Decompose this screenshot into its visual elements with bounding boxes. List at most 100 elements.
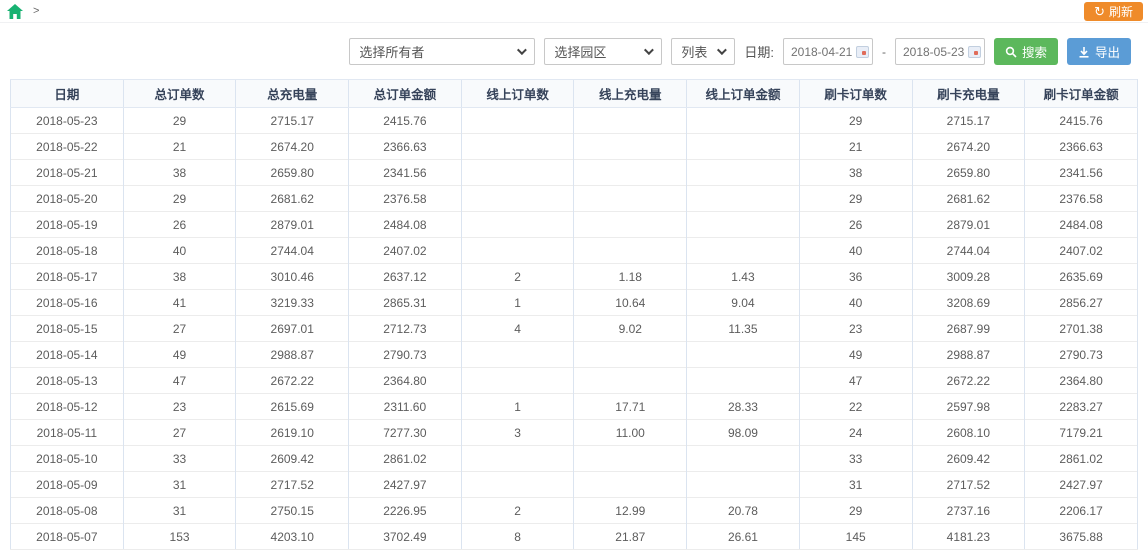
table-cell	[686, 159, 800, 186]
table-row: 2018-05-12 23 2615.69 2311.60 1 17.71 28.33 22 2…	[10, 393, 1138, 420]
table-cell: 29	[122, 185, 236, 212]
date-range-label: 日期:	[744, 45, 774, 60]
search-button-label: 搜索	[1021, 46, 1047, 60]
table-cell: 2018-05-10	[10, 445, 124, 472]
table-cell: 31	[122, 471, 236, 498]
table-cell: 2712.73	[348, 315, 462, 342]
table-cell: 2597.98	[911, 393, 1025, 420]
table-cell	[686, 133, 800, 160]
table-cell: 2376.58	[348, 185, 462, 212]
export-button[interactable]: 导出	[1066, 38, 1131, 65]
table-cell: 26	[798, 211, 912, 238]
refresh-button-label: 刷新	[1108, 5, 1133, 19]
table-cell	[573, 133, 687, 160]
table-cell: 7277.30	[348, 419, 462, 446]
table-cell: 2861.02	[1024, 445, 1138, 472]
table-row: 2018-05-22 21 2674.20 2366.63 21 2674.20 2366.…	[10, 133, 1138, 160]
table-cell	[460, 367, 574, 394]
table-cell: 2364.80	[348, 367, 462, 394]
table-cell: 2427.97	[348, 471, 462, 498]
table-row: 2018-05-13 47 2672.22 2364.80 47 2672.22 2364.…	[10, 367, 1138, 394]
table-cell: 2988.87	[911, 341, 1025, 368]
table-cell: 2018-05-14	[10, 341, 124, 368]
owner-select-value: 选择所有者	[359, 45, 425, 60]
breadcrumb: >	[33, 5, 40, 17]
column-header: 日期	[10, 79, 124, 108]
home-icon[interactable]	[7, 3, 23, 19]
table-cell: 11.35	[686, 315, 800, 342]
table-cell: 2018-05-21	[10, 159, 124, 186]
view-select[interactable]: 列表	[671, 38, 736, 65]
table-cell: 8	[460, 523, 574, 550]
table-cell: 2018-05-16	[10, 289, 124, 316]
table-cell: 2018-05-12	[10, 393, 124, 420]
table-cell: 2659.80	[235, 159, 349, 186]
table-cell: 2018-05-22	[10, 133, 124, 160]
table-body: 2018-05-23 29 2715.17 2415.76 29 2715.17 2415.…	[10, 107, 1138, 550]
table-cell	[460, 471, 574, 498]
table-cell: 27	[122, 419, 236, 446]
table-row: 2018-05-20 29 2681.62 2376.58 29 2681.62 2376.…	[10, 185, 1138, 212]
table-cell	[460, 185, 574, 212]
table-cell: 26	[122, 211, 236, 238]
table-cell: 38	[798, 159, 912, 186]
table-cell: 2879.01	[911, 211, 1025, 238]
table-cell: 20.78	[686, 497, 800, 524]
calendar-icon[interactable]	[855, 46, 869, 58]
table-cell: 3208.69	[911, 289, 1025, 316]
table-cell: 2637.12	[348, 263, 462, 290]
park-select[interactable]: 选择园区	[544, 38, 663, 65]
table-cell: 2311.60	[348, 393, 462, 420]
table-cell: 7179.21	[1024, 419, 1138, 446]
table-cell: 2018-05-11	[10, 419, 124, 446]
table-cell: 2407.02	[1024, 237, 1138, 264]
table-cell: 2672.22	[911, 367, 1025, 394]
table-cell: 2018-05-09	[10, 471, 124, 498]
table-cell	[686, 107, 800, 134]
refresh-button[interactable]: ↻ 刷新	[1084, 2, 1143, 21]
table-cell: 2737.16	[911, 497, 1025, 524]
table-cell: 4203.10	[235, 523, 349, 550]
date-to-wrapper	[894, 38, 985, 65]
table-cell	[686, 445, 800, 472]
table-cell: 2681.62	[911, 185, 1025, 212]
table-cell: 98.09	[686, 419, 800, 446]
table-cell: 2674.20	[911, 133, 1025, 160]
report-table: 日期 总订单数 总充电量 总订单金额 线上订单数 线上充电量 线上订单金额 刷卡订单数 刷卡充电…	[10, 79, 1138, 550]
table-cell: 9.04	[686, 289, 800, 316]
table-cell	[460, 445, 574, 472]
table-cell: 2415.76	[348, 107, 462, 134]
search-button[interactable]: 搜索	[993, 38, 1058, 65]
table-cell: 40	[798, 237, 912, 264]
table-cell: 2608.10	[911, 419, 1025, 446]
calendar-icon[interactable]	[967, 46, 981, 58]
owner-select[interactable]: 选择所有者	[349, 38, 536, 65]
table-cell: 2635.69	[1024, 263, 1138, 290]
table-cell	[460, 237, 574, 264]
table-cell: 3009.28	[911, 263, 1025, 290]
table-cell: 33	[798, 445, 912, 472]
table-cell: 22	[798, 393, 912, 420]
column-header: 刷卡订单数	[798, 79, 912, 108]
column-header: 线上订单金额	[686, 79, 800, 108]
table-cell: 11.00	[573, 419, 687, 446]
table-cell: 2790.73	[348, 341, 462, 368]
table-cell: 29	[798, 107, 912, 134]
table-cell: 29	[798, 185, 912, 212]
table-cell: 2681.62	[235, 185, 349, 212]
table-cell: 1	[460, 393, 574, 420]
table-row: 2018-05-21 38 2659.80 2341.56 38 2659.80 2341.…	[10, 159, 1138, 186]
table-cell: 2672.22	[235, 367, 349, 394]
table-cell: 145	[798, 523, 912, 550]
table-row: 2018-05-09 31 2717.52 2427.97 31 2717.52 2427.…	[10, 471, 1138, 498]
table-cell: 2018-05-13	[10, 367, 124, 394]
table-cell: 24	[798, 419, 912, 446]
column-header: 总订单数	[122, 79, 236, 108]
search-icon	[1005, 46, 1017, 58]
table-cell: 2	[460, 263, 574, 290]
table-row: 2018-05-19 26 2879.01 2484.08 26 2879.01 2484.…	[10, 211, 1138, 238]
filter-toolbar: 选择所有者 选择园区 列表 日期: - 搜索	[0, 38, 1148, 65]
table-cell	[460, 211, 574, 238]
date-from-wrapper	[782, 38, 873, 65]
table-cell: 38	[122, 263, 236, 290]
